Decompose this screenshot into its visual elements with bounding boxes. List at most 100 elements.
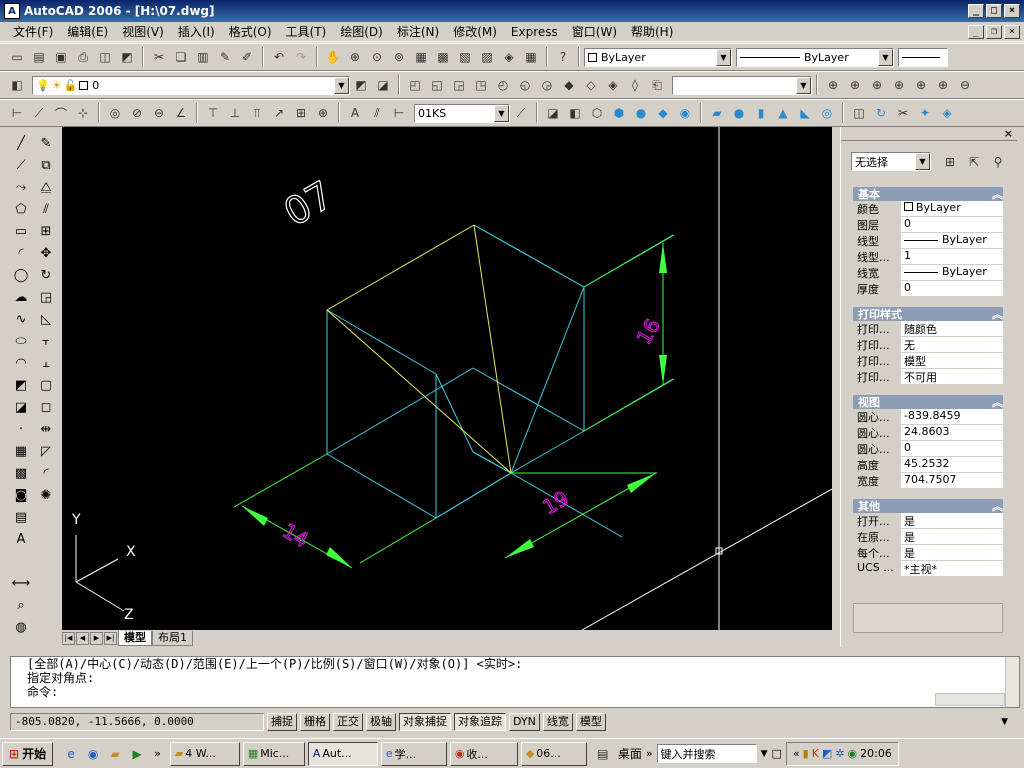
prop-row[interactable]: 厚度 0 [853,281,1003,297]
zoom-dynamic-icon[interactable]: ⊕ [845,75,865,95]
menu-dimension[interactable]: 标注(N) [390,23,446,40]
osnap-toggle[interactable]: 对象捕捉 [399,713,451,731]
view-icon[interactable]: ◰ [405,75,425,95]
arc-length-icon[interactable]: ⌒ [51,103,71,123]
model-toggle[interactable]: 模型 [575,713,606,731]
explode-icon[interactable]: ✺ [35,484,57,506]
prop-row[interactable]: 颜色 ByLayer [853,201,1003,217]
lineweight-toggle[interactable]: 线宽 [542,713,573,731]
back-view-icon[interactable]: ◶ [537,75,557,95]
make-block-icon[interactable]: ◪ [10,396,32,418]
linear-dim-icon[interactable]: ⊢ [7,103,27,123]
prop-row[interactable]: 打印... 不可用 [853,369,1003,385]
ellipse-icon[interactable]: ⬭ [10,330,32,352]
dropdown-arrow-icon[interactable]: ▼ [878,48,893,66]
calculator-icon[interactable]: ▦ [521,47,541,67]
prop-row[interactable]: 线型 ByLayer [853,233,1003,249]
prop-row[interactable]: 线宽 ByLayer [853,265,1003,281]
section-header[interactable]: 视图 ︽ [853,395,1003,409]
mirror-icon[interactable]: ⧋ [35,176,57,198]
continue-icon[interactable]: ⫪ [247,103,267,123]
dropdown-arrow-icon[interactable]: ▼ [915,153,930,170]
prop-row[interactable]: 线型... 1 [853,249,1003,265]
command-prompt[interactable]: 命令: [27,685,1019,699]
prop-row[interactable]: 打印... 模型 [853,353,1003,369]
circle-icon[interactable]: ◯ [10,264,32,286]
sphere-solid-icon[interactable]: ● [729,103,749,123]
shaded-box-icon[interactable]: ⬢ [609,103,629,123]
palette-close-icon[interactable]: × [1004,127,1013,140]
tray-network-icon[interactable]: ◩ [822,747,832,760]
polar-toggle[interactable]: 极轴 [366,713,396,731]
paste-icon[interactable]: ▥ [193,47,213,67]
prop-value[interactable]: 随颜色 [901,321,1003,336]
zoom-inquiry-icon[interactable]: ⌕ [10,594,32,616]
zoom-previous-icon[interactable]: ⊚ [389,47,409,67]
prop-value[interactable]: 不可用 [901,369,1003,384]
doc-minimize-button[interactable]: _ [968,24,984,39]
prop-row[interactable]: 圆心... -839.8459 [853,409,1003,425]
menu-express[interactable]: Express [504,25,565,39]
stretch-icon[interactable]: ◺ [35,308,57,330]
design-center-icon[interactable]: ▩ [433,47,453,67]
center-mark-icon[interactable]: ⊕ [313,103,333,123]
zoom-window-icon[interactable]: ⊙ [367,47,387,67]
break-at-point-icon[interactable]: ▢ [35,374,57,396]
rotate-icon[interactable]: ↻ [35,264,57,286]
prop-value[interactable]: 模型 [901,353,1003,368]
array-icon[interactable]: ⊞ [35,220,57,242]
zoom-center-icon[interactable]: ⊕ [889,75,909,95]
menu-window[interactable]: 窗口(W) [565,23,624,40]
wedge-icon[interactable]: ◣ [795,103,815,123]
radius-icon[interactable]: ◎ [105,103,125,123]
tab-model[interactable]: 模型 [118,630,152,646]
prop-value[interactable]: 0 [901,217,1003,232]
sheet-set-icon[interactable]: ▨ [477,47,497,67]
prop-value[interactable]: 是 [901,513,1003,528]
zoom-window-icon[interactable]: ⊕ [823,75,843,95]
polyline-icon[interactable]: ⤳ [10,176,32,198]
layer-previous-icon[interactable]: ◪ [373,75,393,95]
prop-row[interactable]: 在原... 是 [853,529,1003,545]
prop-row[interactable]: 宽度 704.7507 [853,473,1003,489]
prop-value[interactable]: 无 [901,337,1003,352]
prop-value[interactable]: 0 [901,441,1003,456]
menu-file[interactable]: 文件(F) [6,23,60,40]
cube-icon[interactable]: ◆ [653,103,673,123]
task-button-excel[interactable]: ▦ Mic... [242,741,305,766]
task-button-06[interactable]: ◆ 06... [520,741,587,766]
section-header[interactable]: 基本 ︽ [853,187,1003,201]
prop-value[interactable]: 1 [901,249,1003,264]
diameter-icon[interactable]: ⊖ [149,103,169,123]
torus-icon[interactable]: ◎ [817,103,837,123]
fillet-icon[interactable]: ◜ [35,462,57,484]
snap-toggle[interactable]: 捕捉 [267,713,297,731]
prop-row[interactable]: 打印... 随颜色 [853,321,1003,337]
quicklaunch-more-icon[interactable]: » [154,747,161,760]
start-button[interactable]: ⊞ 开始 [2,741,54,766]
wireframe-box-icon[interactable]: ⬡ [587,103,607,123]
keyboard-icon[interactable]: ▤ [593,744,613,764]
zoom-realtime-icon[interactable]: ⊕ [345,47,365,67]
menu-view[interactable]: 视图(V) [115,23,171,40]
desktop-toolbar-label[interactable]: 桌面 [618,745,642,762]
dimtedit-icon[interactable]: ⫽ [367,103,387,123]
table-icon[interactable]: ▤ [10,506,32,528]
se-iso-view-icon[interactable]: ◇ [581,75,601,95]
tray-expand-icon[interactable]: « [793,747,800,760]
zoom-object-icon[interactable]: ⊕ [911,75,931,95]
cone-icon[interactable]: ▲ [773,103,793,123]
ortho-toggle[interactable]: 正交 [333,713,363,731]
prop-value[interactable]: 24.8603 [901,425,1003,440]
spline-icon[interactable]: ∿ [10,308,32,330]
publish-icon[interactable]: ◩ [117,47,137,67]
zoom-out-icon[interactable]: ⊖ [955,75,975,95]
section-header[interactable]: 打印样式 ︽ [853,307,1003,321]
prop-row[interactable]: UCS ... *主视* [853,561,1003,577]
next-tab-button[interactable]: ▶ [90,631,103,645]
grid-toggle[interactable]: 栅格 [300,713,330,731]
drawing-canvas[interactable]: 07 16 19 14 Y X Z [62,127,833,631]
prop-value[interactable]: ByLayer [901,265,1003,280]
tray-app-icon[interactable]: ▮ [803,747,809,760]
dimstyle-combo[interactable]: 01KS ▼ [414,103,510,123]
